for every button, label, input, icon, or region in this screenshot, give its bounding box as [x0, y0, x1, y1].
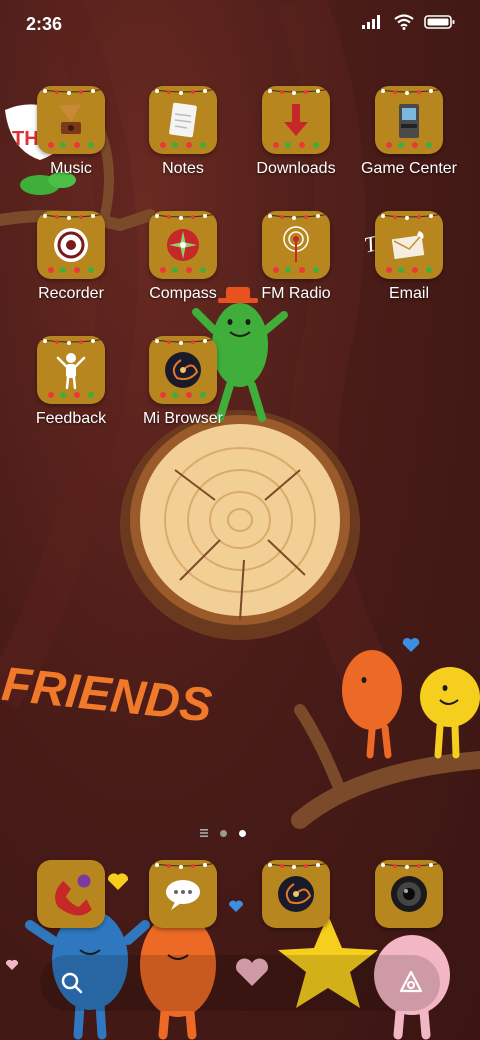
- string-lights-icon: [375, 862, 443, 869]
- app-downloads[interactable]: Downloads: [241, 86, 351, 178]
- string-lights-icon: [375, 88, 443, 95]
- status-bar: 2:36: [0, 0, 480, 50]
- notepad-icon: [169, 102, 197, 138]
- app-label: Email: [388, 285, 429, 302]
- assistant-icon[interactable]: [398, 969, 424, 995]
- record-button-icon: [54, 228, 88, 262]
- app-fm-radio[interactable]: FM Radio: [241, 211, 351, 303]
- friends-text: FRIENDS: [0, 658, 214, 733]
- feedback-tile: [37, 336, 105, 404]
- app-label: FM Radio: [261, 285, 331, 302]
- string-lights-icon: [262, 213, 330, 220]
- string-lights-icon: [149, 213, 217, 220]
- orange-character: [342, 650, 402, 759]
- wifi-icon: [394, 14, 414, 30]
- flowers-deco-icon: [160, 267, 206, 273]
- app-label: Recorder: [38, 285, 104, 302]
- flowers-deco-icon: [160, 142, 206, 148]
- camera-lens-icon: [391, 876, 427, 912]
- recorder-tile: [37, 211, 105, 279]
- string-lights-icon: [262, 862, 330, 869]
- yellow-character: [420, 667, 480, 759]
- wood-slice: [120, 410, 360, 640]
- notes-tile: [149, 86, 217, 154]
- galaxy-icon: [278, 876, 314, 912]
- app-email[interactable]: Email: [354, 211, 464, 303]
- app-label: Notes: [162, 160, 204, 177]
- app-label: Music: [50, 160, 92, 177]
- flowers-deco-icon: [160, 392, 206, 398]
- battery-icon: [424, 15, 455, 29]
- string-lights-icon: [262, 88, 330, 95]
- app-mi-browser[interactable]: Mi Browser: [128, 336, 238, 428]
- search-icon[interactable]: [60, 971, 84, 995]
- flowers-deco-icon: [386, 267, 432, 273]
- download-arrow-icon: [284, 104, 308, 136]
- radio-tower-icon: [283, 226, 309, 262]
- app-game-center[interactable]: Game Center: [354, 86, 464, 178]
- string-lights-icon: [149, 862, 217, 869]
- phone-tile: [37, 860, 105, 928]
- game-center-tile: [375, 86, 443, 154]
- fm-radio-tile: [262, 211, 330, 279]
- clock: 2:36: [26, 14, 63, 34]
- galaxy-icon: [165, 352, 201, 388]
- string-lights-icon: [375, 213, 443, 220]
- flowers-deco-icon: [386, 142, 432, 148]
- page-dot[interactable]: [220, 829, 227, 837]
- messages-tile: [149, 860, 217, 928]
- app-label: Game Center: [360, 160, 458, 177]
- browser-tile: [262, 860, 330, 928]
- app-label: Compass: [149, 285, 217, 302]
- string-lights-icon: [149, 338, 217, 345]
- string-lights-icon: [149, 88, 217, 95]
- mi-browser-tile: [149, 336, 217, 404]
- app-notes[interactable]: Notes: [128, 86, 238, 178]
- string-lights-icon: [37, 338, 105, 345]
- person-figure-icon: [56, 353, 86, 390]
- dock-app-phone[interactable]: [16, 860, 126, 928]
- app-label: Feedback: [35, 410, 107, 427]
- string-lights-icon: [37, 213, 105, 220]
- speech-bubble-icon: [166, 880, 200, 910]
- flowers-deco-icon: [273, 142, 319, 148]
- signal-icon: [362, 15, 380, 29]
- compass-rose-icon: [167, 229, 199, 261]
- flowers-deco-icon: [48, 392, 94, 398]
- feed-page-icon[interactable]: [200, 829, 208, 837]
- email-tile: [375, 211, 443, 279]
- status-icons: [362, 14, 456, 30]
- phone-handset-icon: [55, 874, 92, 916]
- gramophone-icon: [59, 104, 81, 134]
- page-indicator[interactable]: [200, 829, 246, 837]
- string-lights-icon: [37, 88, 105, 95]
- flowers-deco-icon: [273, 267, 319, 273]
- app-label: Downloads: [256, 160, 336, 177]
- page-dot-active[interactable]: [239, 829, 246, 837]
- flowers-deco-icon: [48, 267, 94, 273]
- lower-branch: [291, 704, 480, 829]
- heart-blue-top: [402, 637, 420, 652]
- heart-pink-small: [5, 959, 19, 970]
- dock-app-camera[interactable]: [354, 860, 464, 928]
- dock-app-browser[interactable]: [241, 860, 351, 928]
- dock-app-messages[interactable]: [128, 860, 238, 928]
- compass-tile: [149, 211, 217, 279]
- envelope-icon: [391, 231, 425, 260]
- downloads-tile: [262, 86, 330, 154]
- app-compass[interactable]: Compass: [128, 211, 238, 303]
- arcade-machine-icon: [399, 104, 419, 138]
- search-bar[interactable]: [40, 955, 440, 1011]
- app-music[interactable]: Music: [16, 86, 126, 178]
- music-tile: [37, 86, 105, 154]
- camera-tile: [375, 860, 443, 928]
- flowers-deco-icon: [48, 142, 94, 148]
- app-label: Mi Browser: [142, 410, 223, 427]
- app-recorder[interactable]: Recorder: [16, 211, 126, 303]
- app-feedback[interactable]: Feedback: [16, 336, 126, 428]
